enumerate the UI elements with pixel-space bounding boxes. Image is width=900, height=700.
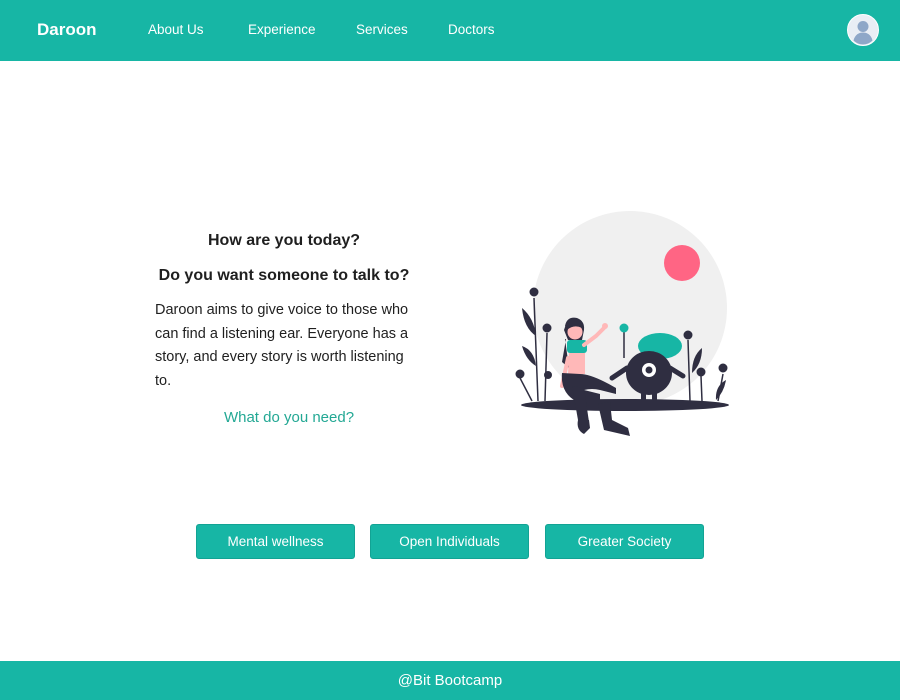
user-avatar-icon[interactable] <box>847 14 879 46</box>
what-do-you-need-link[interactable]: What do you need? <box>160 409 418 426</box>
hero-description: Daroon aims to give voice to those who c… <box>155 302 409 389</box>
hero-greeting: How are you today? <box>207 232 361 249</box>
ground-shadow <box>521 399 729 411</box>
nav-link-about-us[interactable]: About Us <box>148 22 204 37</box>
friendship-illustration <box>515 211 729 436</box>
sun-circle <box>664 245 700 281</box>
hero-question: Do you want someone to talk to? <box>158 267 410 284</box>
nav-link-doctors[interactable]: Doctors <box>448 22 495 37</box>
nav-link-services[interactable]: Services <box>356 22 408 37</box>
open-individuals-button[interactable]: Open Individuals <box>370 524 529 559</box>
footer: @Bit Bootcamp <box>0 661 900 700</box>
footer-text: @Bit Bootcamp <box>397 672 503 689</box>
nav-link-experience[interactable]: Experience <box>248 22 316 37</box>
brand-logo[interactable]: Daroon <box>37 20 97 40</box>
navbar: Daroon About Us Experience Services Doct… <box>0 0 900 61</box>
mental-wellness-button[interactable]: Mental wellness <box>196 524 355 559</box>
hero-text: How are you today? Do you want someone t… <box>150 232 418 426</box>
greater-society-button[interactable]: Greater Society <box>545 524 704 559</box>
